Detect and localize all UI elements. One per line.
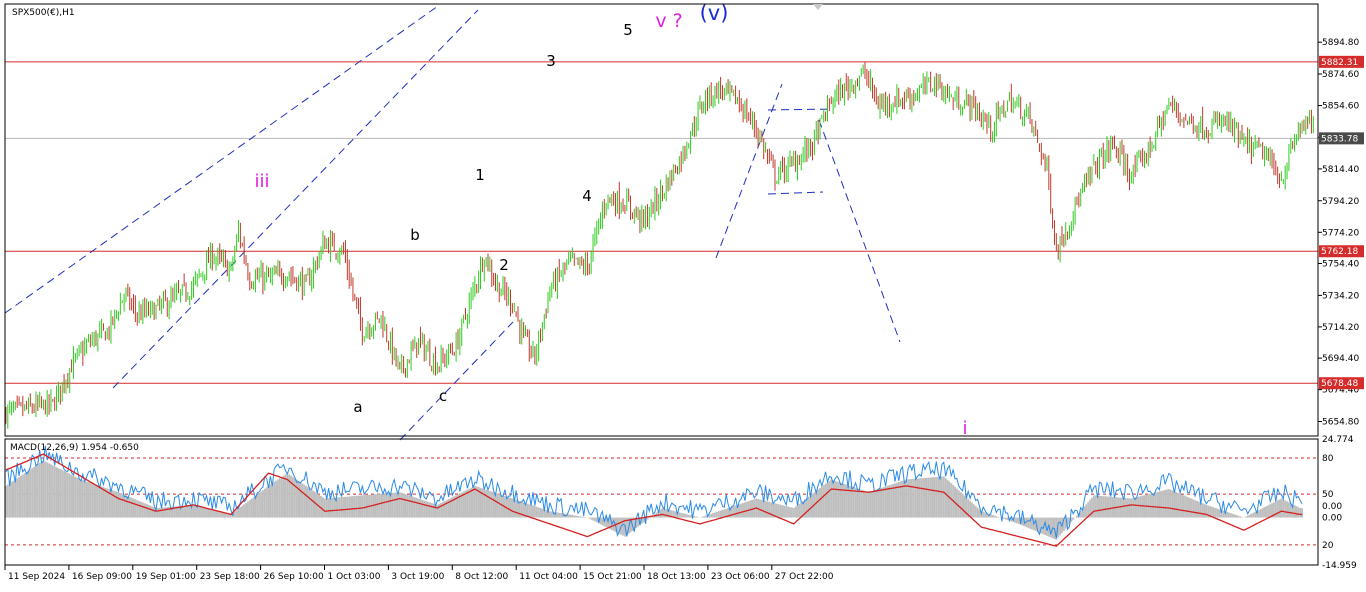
y-tick-label: 5734.20 <box>1322 291 1359 301</box>
wave-label: c <box>439 387 447 405</box>
macd-tick-label: 0.00 <box>1322 502 1342 512</box>
wave-label: b <box>410 226 420 244</box>
wave-label: 2 <box>499 256 509 274</box>
current-price-label: 5833.78 <box>1321 134 1358 144</box>
macd-title: MACD(12,26,9) 1.954 -0.650 <box>10 443 139 453</box>
macd-tick-label: 20 <box>1322 541 1334 551</box>
chart-svg: iiiabc12345 v ? (v)i 5894.805874.605854.60… <box>0 0 1366 588</box>
wave-label: v ? <box>655 10 682 32</box>
level-price-label: 5678.48 <box>1321 379 1358 389</box>
chart-area: iii a b c 1 2 3 4 5 v ? (v) i 5894.80 5874.60 5854.60… <box>0 0 1366 588</box>
wave-label: 4 <box>582 187 592 205</box>
y-tick-label: 5894.80 <box>1322 38 1359 48</box>
y-tick-label: 5854.60 <box>1322 102 1359 112</box>
main-chart-title: SPX500(€),H1 <box>12 8 75 18</box>
y-tick-label: 5874.60 <box>1322 70 1359 80</box>
macd-tick-label: -14.959 <box>1322 561 1357 571</box>
wave-label: a <box>353 398 362 416</box>
y-tick-label: 5714.20 <box>1322 323 1359 333</box>
macd-tick-label: 0.00 <box>1322 514 1342 524</box>
x-tick-label: 15 Oct 21:00 <box>583 572 642 582</box>
x-tick-label: 3 Oct 19:00 <box>391 572 444 582</box>
macd-tick-label: 80 <box>1322 454 1334 464</box>
y-tick-label: 5654.80 <box>1322 417 1359 427</box>
y-tick-label: 5794.20 <box>1322 197 1359 207</box>
x-tick-label: 16 Sep 09:00 <box>72 572 132 582</box>
x-tick-label: 27 Oct 22:00 <box>775 572 834 582</box>
x-tick-label: 1 Oct 03:00 <box>328 572 381 582</box>
macd-tick-label: 24.774 <box>1322 435 1354 445</box>
level-price-label: 5882.31 <box>1321 58 1358 68</box>
x-tick-label: 23 Oct 06:00 <box>711 572 770 582</box>
y-tick-label: 5694.40 <box>1322 354 1359 364</box>
y-tick-label: 5754.40 <box>1322 260 1359 270</box>
x-tick-label: 26 Sep 10:00 <box>264 572 324 582</box>
x-tick-label: 23 Sep 18:00 <box>200 572 260 582</box>
x-tick-label: 19 Sep 01:00 <box>136 572 196 582</box>
wave-label: 1 <box>475 166 485 184</box>
y-tick-label: 5814.40 <box>1322 165 1359 175</box>
wave-label: (v) <box>700 1 729 25</box>
x-tick-label: 18 Oct 13:00 <box>647 572 706 582</box>
wave-label: iii <box>254 171 269 192</box>
x-tick-label: 8 Oct 12:00 <box>455 572 508 582</box>
wave-label: 5 <box>623 21 633 39</box>
wave-label: 3 <box>546 52 556 70</box>
macd-tick-label: 50 <box>1322 490 1334 500</box>
x-tick-label: 11 Oct 04:00 <box>519 572 578 582</box>
y-tick-label: 5774.20 <box>1322 228 1359 238</box>
level-price-label: 5762.18 <box>1321 247 1358 257</box>
x-tick-label: 11 Sep 2024 <box>8 572 65 582</box>
